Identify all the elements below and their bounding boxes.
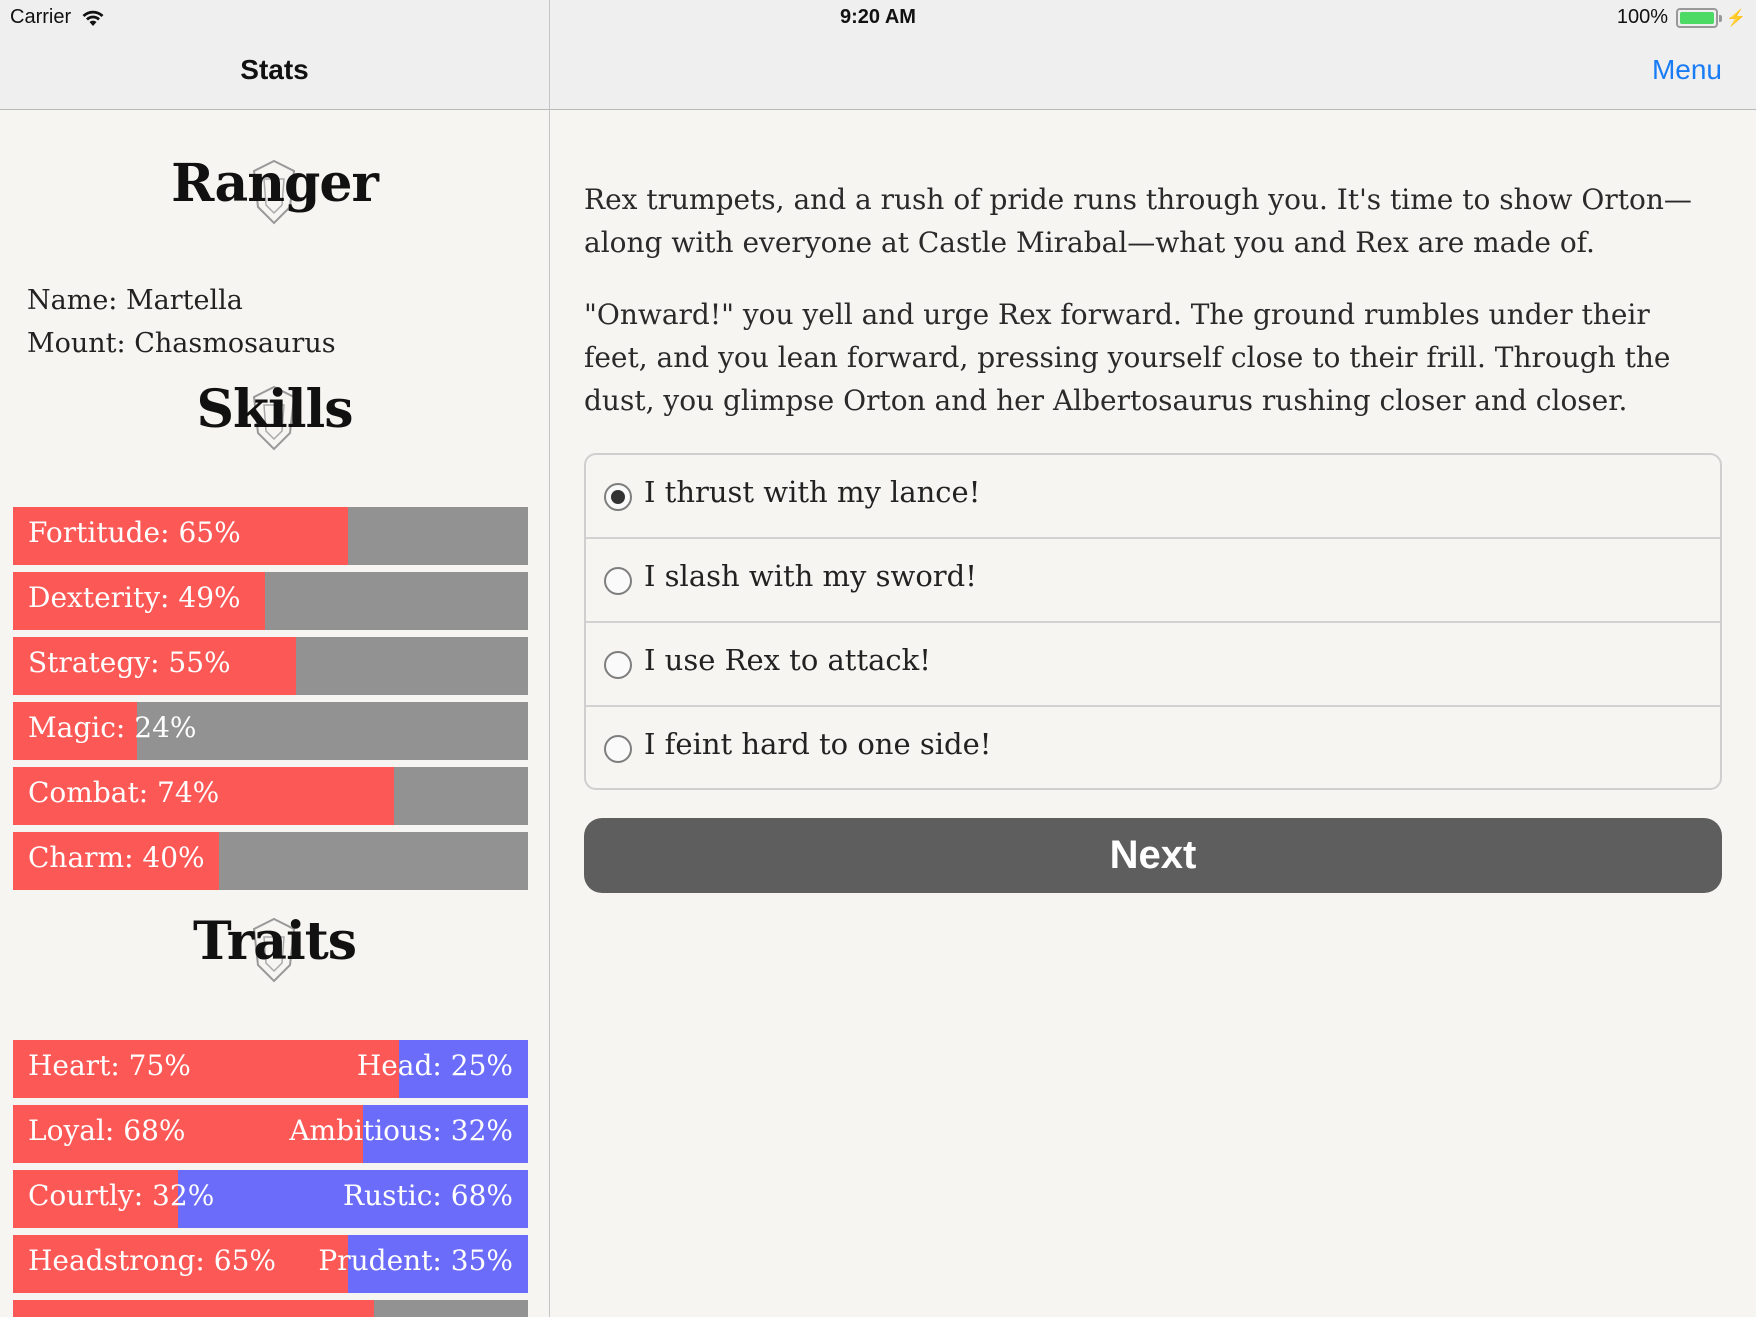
trait-right-label: Rustic: 68% [343, 1179, 513, 1212]
skill-label: Strategy: 55% [28, 646, 231, 679]
skill-label: Combat: 74% [28, 776, 220, 809]
partial-fill [13, 1300, 374, 1317]
choice-label: I use Rex to attack! [644, 643, 931, 677]
status-right: 100% ⚡ [1617, 6, 1746, 29]
story-paragraph: Rex trumpets, and a rush of pride runs t… [584, 183, 1692, 259]
skill-label: Fortitude: 65% [28, 516, 241, 549]
choice-list: I thrust with my lance! I slash with my … [584, 453, 1722, 790]
story-paragraph: "Onward!" you yell and urge Rex forward.… [584, 298, 1671, 417]
trait-bar-courtly-rustic: Courtly: 32% Rustic: 68% [13, 1170, 528, 1228]
class-heading: Ranger [0, 153, 549, 225]
stats-panel[interactable]: Ranger Name: Martella Mount: Chasmosauru… [0, 111, 549, 1317]
choice-feint[interactable]: I feint hard to one side! [586, 707, 1720, 788]
trait-bar-heart-head: Heart: 75% Head: 25% [13, 1040, 528, 1098]
skills-title: Skills [196, 379, 353, 440]
radio-button[interactable] [604, 651, 632, 679]
skill-bar-magic: Magic: 24% [13, 702, 528, 760]
radio-button[interactable] [604, 483, 632, 511]
choice-label: I feint hard to one side! [644, 727, 992, 761]
skill-label: Dexterity: 49% [28, 581, 241, 614]
trait-bar-loyal-ambitious: Loyal: 68% Ambitious: 32% [13, 1105, 528, 1163]
radio-button[interactable] [604, 567, 632, 595]
mount-line: Mount: Chasmosaurus [27, 328, 336, 359]
skill-bar-fortitude: Fortitude: 65% [13, 507, 528, 565]
skill-bar-strategy: Strategy: 55% [13, 637, 528, 695]
skill-bar-combat: Combat: 74% [13, 767, 528, 825]
trait-right-label: Ambitious: 32% [289, 1114, 513, 1147]
trait-left-label: Loyal: 68% [28, 1114, 186, 1147]
choice-slash-sword[interactable]: I slash with my sword! [586, 539, 1720, 623]
trait-left-label: Courtly: 32% [28, 1179, 215, 1212]
menu-button[interactable]: Menu [1652, 54, 1722, 86]
battery-icon [1676, 7, 1723, 28]
choice-thrust-lance[interactable]: I thrust with my lance! [586, 455, 1720, 539]
next-button[interactable]: Next [584, 818, 1722, 893]
trait-left-label: Headstrong: 65% [28, 1244, 276, 1277]
skill-bar-charm: Charm: 40% [13, 832, 528, 890]
choice-rex-attack[interactable]: I use Rex to attack! [586, 623, 1720, 707]
skill-label: Magic: 24% [28, 711, 197, 744]
stats-nav-bar: Stats [0, 36, 549, 110]
trait-right-label: Prudent: 35% [318, 1244, 513, 1277]
clock: 9:20 AM [840, 6, 916, 28]
trait-right-label: Head: 25% [356, 1049, 513, 1082]
class-title: Ranger [171, 153, 379, 214]
charging-bolt-icon: ⚡ [1726, 9, 1746, 27]
choice-label: I thrust with my lance! [644, 475, 981, 509]
split-divider [549, 0, 550, 1317]
traits-title: Traits [192, 911, 357, 972]
name-line: Name: Martella [27, 285, 243, 316]
story-nav-bar: Menu [550, 36, 1756, 110]
skill-label: Charm: 40% [28, 841, 205, 874]
status-bar: Carrier 9:20 AM 100% ⚡ [0, 0, 1756, 36]
stats-title: Stats [240, 54, 309, 85]
traits-heading: Traits [0, 911, 549, 983]
radio-button[interactable] [604, 735, 632, 763]
skills-heading: Skills [0, 379, 549, 451]
partial-bar [13, 1300, 528, 1317]
skill-bar-dexterity: Dexterity: 49% [13, 572, 528, 630]
trait-left-label: Heart: 75% [28, 1049, 191, 1082]
choice-label: I slash with my sword! [644, 559, 977, 593]
trait-bar-headstrong-prudent: Headstrong: 65% Prudent: 35% [13, 1235, 528, 1293]
battery-percent: 100% [1616, 6, 1669, 28]
